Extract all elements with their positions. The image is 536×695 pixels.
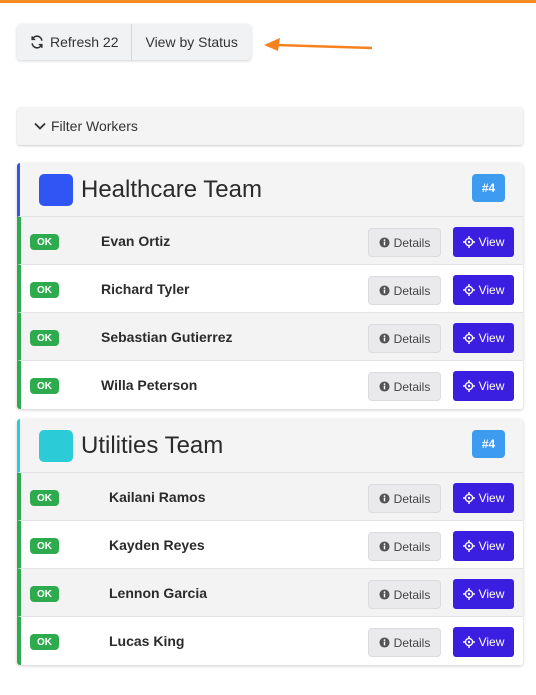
worker-name: Kailani Ramos bbox=[109, 489, 206, 505]
view-button[interactable]: View bbox=[453, 371, 514, 401]
details-button-label: Details bbox=[393, 491, 431, 506]
info-icon bbox=[379, 285, 390, 296]
worker-name: Lennon Garcia bbox=[109, 585, 208, 601]
team-header: Utilities Team #4 bbox=[17, 419, 523, 473]
view-button[interactable]: View bbox=[453, 579, 514, 609]
worker-row: OK Kailani Ramos Details View bbox=[17, 473, 523, 521]
status-badge: OK bbox=[30, 282, 59, 298]
worker-row: OK Richard Tyler Details View bbox=[17, 265, 523, 313]
crosshair-icon bbox=[462, 236, 475, 248]
worker-name: Evan Ortiz bbox=[101, 233, 171, 249]
worker-name: Lucas King bbox=[109, 633, 185, 649]
details-button[interactable]: Details bbox=[368, 228, 441, 257]
crosshair-icon bbox=[462, 380, 475, 392]
worker-name: Sebastian Gutierrez bbox=[101, 329, 233, 345]
worker-row: OK Lucas King Details View bbox=[17, 617, 523, 665]
details-button-label: Details bbox=[393, 379, 431, 394]
worker-row: OK Lennon Garcia Details View bbox=[17, 569, 523, 617]
info-icon bbox=[379, 637, 390, 648]
team-card: Healthcare Team #4 OK Evan Ortiz Details View… bbox=[17, 163, 523, 409]
refresh-button[interactable]: Refresh 22 bbox=[17, 24, 131, 60]
crosshair-icon bbox=[462, 332, 475, 344]
filter-workers-toggle[interactable]: Filter Workers bbox=[17, 107, 523, 145]
crosshair-icon bbox=[462, 636, 475, 648]
team-color-swatch bbox=[39, 173, 73, 206]
view-button-label: View bbox=[478, 587, 505, 601]
worker-name: Richard Tyler bbox=[101, 281, 190, 297]
worker-name: Willa Peterson bbox=[101, 377, 198, 393]
top-accent-bar bbox=[0, 0, 536, 3]
status-badge: OK bbox=[30, 634, 59, 650]
view-button[interactable]: View bbox=[453, 627, 514, 657]
info-icon bbox=[379, 493, 390, 504]
info-icon bbox=[379, 589, 390, 600]
details-button-label: Details bbox=[393, 331, 431, 346]
view-button-label: View bbox=[478, 283, 505, 297]
details-button[interactable]: Details bbox=[368, 532, 441, 561]
info-icon bbox=[379, 381, 390, 392]
worker-row: OK Evan Ortiz Details View bbox=[17, 217, 523, 265]
status-badge: OK bbox=[30, 378, 59, 394]
worker-row: OK Sebastian Gutierrez Details View bbox=[17, 313, 523, 361]
view-by-status-label: View by Status bbox=[145, 34, 238, 50]
details-button-label: Details bbox=[393, 587, 431, 602]
page: Refresh 22 View by Status Filter Workers… bbox=[0, 0, 536, 695]
worker-row: OK Willa Peterson Details View bbox=[17, 361, 523, 409]
team-header: Healthcare Team #4 bbox=[17, 163, 523, 217]
crosshair-icon bbox=[462, 492, 475, 504]
crosshair-icon bbox=[462, 540, 475, 552]
team-count-badge: #4 bbox=[472, 174, 505, 202]
view-button-label: View bbox=[478, 491, 505, 505]
team-card: Utilities Team #4 OK Kailani Ramos Details Vi… bbox=[17, 419, 523, 665]
info-icon bbox=[379, 333, 390, 344]
team-count-badge: #4 bbox=[472, 430, 505, 458]
details-button-label: Details bbox=[393, 539, 431, 554]
details-button[interactable]: Details bbox=[368, 276, 441, 305]
info-icon bbox=[379, 541, 390, 552]
status-badge: OK bbox=[30, 490, 59, 506]
details-button-label: Details bbox=[393, 283, 431, 298]
filter-workers-label: Filter Workers bbox=[51, 118, 138, 134]
refresh-icon bbox=[31, 35, 43, 49]
annotation-arrow-icon bbox=[264, 38, 373, 51]
view-button[interactable]: View bbox=[453, 275, 514, 305]
view-by-status-button[interactable]: View by Status bbox=[131, 24, 250, 60]
status-badge: OK bbox=[30, 586, 59, 602]
worker-name: Kayden Reyes bbox=[109, 537, 205, 553]
view-button-label: View bbox=[478, 379, 505, 393]
view-button-label: View bbox=[478, 331, 505, 345]
view-button-label: View bbox=[478, 539, 505, 553]
worker-row: OK Kayden Reyes Details View bbox=[17, 521, 523, 569]
crosshair-icon bbox=[462, 284, 475, 296]
details-button-label: Details bbox=[393, 235, 431, 250]
refresh-button-label: Refresh 22 bbox=[50, 34, 119, 50]
status-badge: OK bbox=[30, 538, 59, 554]
crosshair-icon bbox=[462, 588, 475, 600]
details-button-label: Details bbox=[393, 635, 431, 650]
view-button[interactable]: View bbox=[453, 227, 514, 257]
view-button-label: View bbox=[478, 235, 505, 249]
view-button[interactable]: View bbox=[453, 483, 514, 513]
team-name: Healthcare Team bbox=[81, 175, 262, 203]
chevron-down-icon bbox=[34, 122, 46, 130]
toolbar-button-group: Refresh 22 View by Status bbox=[17, 24, 251, 60]
details-button[interactable]: Details bbox=[368, 580, 441, 609]
team-color-swatch bbox=[39, 429, 73, 462]
status-badge: OK bbox=[30, 330, 59, 346]
details-button[interactable]: Details bbox=[368, 628, 441, 657]
view-button-label: View bbox=[478, 635, 505, 649]
details-button[interactable]: Details bbox=[368, 324, 441, 353]
team-name: Utilities Team bbox=[81, 431, 224, 459]
view-button[interactable]: View bbox=[453, 531, 514, 561]
details-button[interactable]: Details bbox=[368, 372, 441, 401]
details-button[interactable]: Details bbox=[368, 484, 441, 513]
view-button[interactable]: View bbox=[453, 323, 514, 353]
info-icon bbox=[379, 237, 390, 248]
status-badge: OK bbox=[30, 234, 59, 250]
